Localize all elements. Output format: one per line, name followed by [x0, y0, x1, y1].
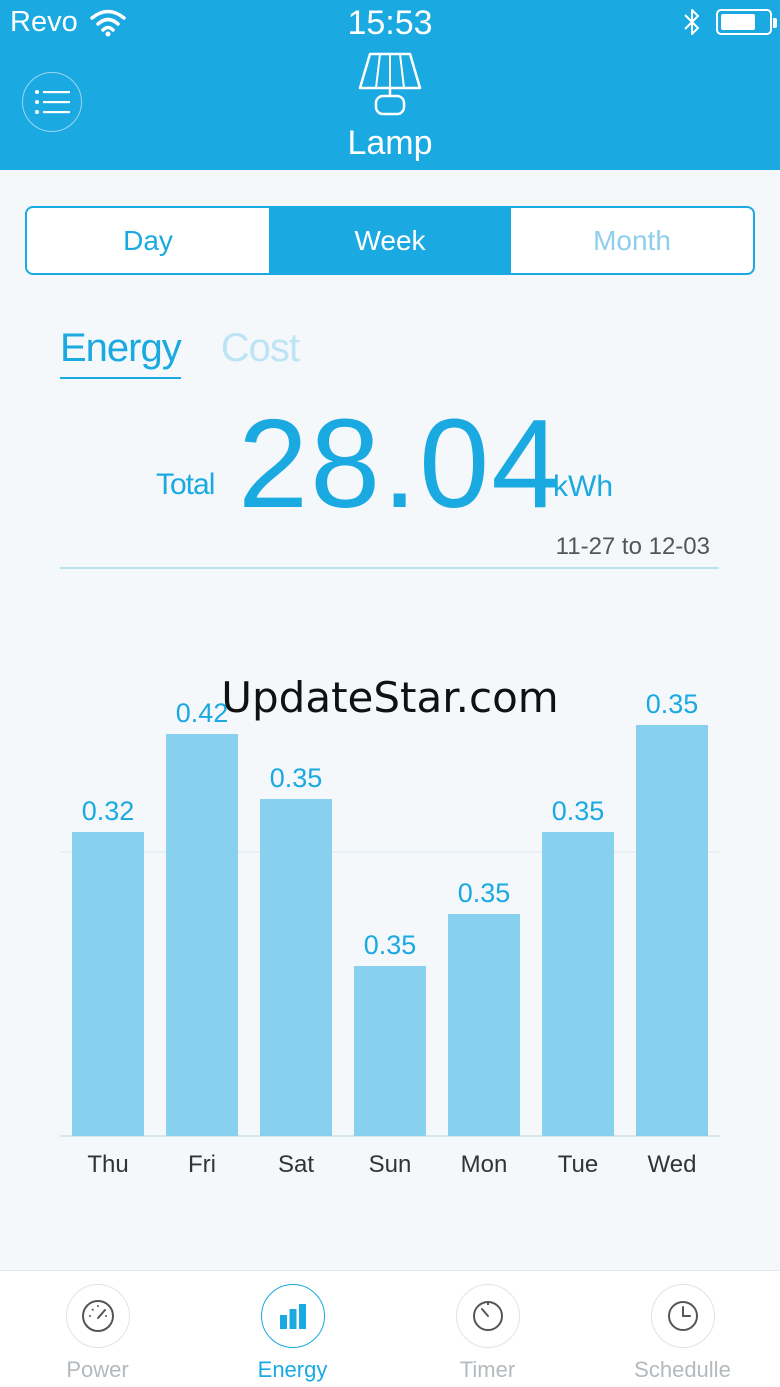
timer-icon — [472, 1301, 503, 1331]
bar-chart-icon — [279, 1304, 306, 1329]
chart-bar-tue — [542, 832, 614, 1136]
watermark-text: UpdateStar.com — [221, 673, 559, 722]
chart-category-label: Thu — [87, 1151, 128, 1178]
clock-icon — [667, 1301, 698, 1331]
chart-data-label: 0.32 — [82, 796, 135, 826]
nav-item-timer[interactable]: Timer — [390, 1271, 585, 1387]
date-range: 11-27 to 12-03 — [555, 533, 710, 560]
device-name: Lamp — [347, 124, 433, 162]
total-label: Total — [156, 468, 215, 501]
metric-tabs: Energy Cost — [60, 326, 300, 379]
bluetooth-icon — [684, 9, 699, 35]
tab-day[interactable]: Day — [27, 208, 269, 273]
nav-label-power: Power — [66, 1357, 129, 1382]
chart-category-label: Tue — [558, 1151, 598, 1178]
chart-bar-sat — [260, 799, 332, 1136]
nav-item-energy[interactable]: Energy — [195, 1271, 390, 1387]
chart-data-label: 0.35 — [458, 878, 511, 908]
period-segmented-control: Day Week Month — [25, 206, 755, 275]
bottom-nav: Power Energy Timer Schedulle — [0, 1270, 780, 1387]
gauge-icon — [81, 1300, 114, 1332]
summary-divider — [60, 567, 719, 569]
chart-data-label: 0.35 — [364, 930, 417, 960]
chart-category-label: Sat — [278, 1151, 314, 1178]
chart-bar-thu — [72, 832, 144, 1136]
battery-icon — [716, 9, 777, 35]
chart-category-label: Mon — [461, 1151, 508, 1178]
status-time: 15:53 — [347, 4, 433, 42]
tab-week[interactable]: Week — [269, 208, 511, 273]
chart-category-label: Fri — [188, 1151, 216, 1178]
chart-data-label: 0.35 — [270, 763, 323, 793]
list-icon — [35, 90, 70, 114]
chart-bar-fri — [166, 734, 238, 1136]
nav-item-schedule[interactable]: Schedulle — [585, 1271, 780, 1387]
tab-month[interactable]: Month — [511, 208, 753, 273]
chart-bar-sun — [354, 966, 426, 1136]
lamp-icon — [358, 52, 422, 116]
chart-bar-mon — [448, 914, 520, 1136]
chart-category-label: Sun — [369, 1151, 412, 1178]
tab-cost[interactable]: Cost — [221, 326, 300, 379]
nav-label-timer: Timer — [459, 1357, 516, 1382]
tab-energy[interactable]: Energy — [60, 326, 182, 379]
menu-button[interactable] — [22, 72, 82, 132]
status-bar-right — [682, 6, 777, 38]
nav-label-energy: Energy — [257, 1357, 328, 1382]
total-value: 28.04 — [238, 393, 564, 534]
chart-data-label: 0.35 — [552, 796, 605, 826]
app-header: Revo 15:53 Lamp — [0, 0, 780, 170]
chart-category-label: Wed — [648, 1151, 697, 1178]
chart-bar-wed — [636, 725, 708, 1136]
nav-label-schedule: Schedulle — [634, 1357, 731, 1382]
total-unit: kWh — [553, 470, 613, 503]
nav-item-power[interactable]: Power — [0, 1271, 195, 1387]
